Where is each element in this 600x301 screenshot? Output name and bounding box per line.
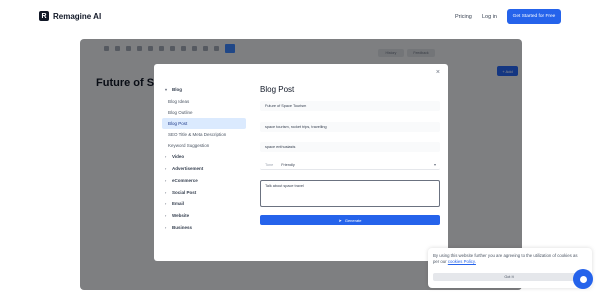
chevron-right-icon: ›: [165, 224, 167, 230]
chevron-down-icon: ▾: [433, 162, 436, 167]
chevron-right-icon: ›: [165, 177, 167, 183]
chevron-right-icon: ›: [165, 189, 167, 195]
chevron-right-icon: ›: [165, 213, 167, 219]
subitem-blog-ideas[interactable]: Blog Ideas: [162, 96, 246, 107]
cookie-policy-link[interactable]: cookies Policy.: [448, 259, 476, 264]
category-label: eCommerce: [172, 177, 198, 183]
chevron-right-icon: ›: [165, 154, 167, 160]
brand-name: Remagine AI: [53, 11, 102, 21]
send-icon: ➤: [338, 217, 342, 223]
tone-value: Friendly: [281, 162, 295, 167]
category-label: Email: [172, 201, 185, 207]
generate-button[interactable]: ➤ Generate: [260, 215, 440, 225]
blog-post-modal: × ▾ Blog Blog Ideas Blog Outline Blog Po…: [154, 64, 448, 261]
category-website[interactable]: › Website: [162, 210, 246, 222]
brand[interactable]: R Remagine AI: [39, 11, 101, 21]
cookie-text: By using this website further you are ag…: [433, 253, 583, 265]
template-category-sidebar: ▾ Blog Blog Ideas Blog Outline Blog Post…: [162, 84, 246, 233]
cookie-banner: By using this website further you are ag…: [428, 248, 592, 288]
chevron-right-icon: ›: [165, 201, 167, 207]
subitem-keyword-suggestion[interactable]: Keyword Suggestion: [162, 140, 246, 151]
get-started-button[interactable]: Get Started for Free: [507, 9, 561, 24]
category-business[interactable]: › Business: [162, 222, 246, 234]
category-ecommerce[interactable]: › eCommerce: [162, 174, 246, 186]
category-label: Blog: [172, 87, 182, 93]
generate-label: Generate: [344, 217, 362, 223]
tone-label: Tone: [265, 162, 274, 167]
chat-widget-button[interactable]: [573, 269, 593, 289]
category-video[interactable]: › Video: [162, 151, 246, 163]
category-label: Video: [172, 154, 185, 160]
nav-login-link[interactable]: Log in: [482, 14, 497, 20]
category-label: Website: [172, 213, 190, 219]
category-label: Advertisement: [172, 165, 204, 171]
brand-logo-icon: R: [39, 11, 49, 21]
category-label: Business: [172, 224, 193, 230]
cookie-accept-button[interactable]: Got It: [433, 273, 585, 281]
top-navigation: R Remagine AI Pricing Log in Get Started…: [0, 0, 600, 36]
nav-pricing-link[interactable]: Pricing: [455, 14, 472, 20]
subitem-seo-title[interactable]: SEO Title & Meta Description: [162, 129, 246, 140]
tone-select[interactable]: Tone Friendly ▾: [260, 160, 440, 170]
keywords-input[interactable]: space tourism, rocket trips, travelling: [260, 122, 440, 132]
subitem-blog-outline[interactable]: Blog Outline: [162, 107, 246, 118]
chevron-right-icon: ›: [165, 165, 167, 171]
subitem-blog-post[interactable]: Blog Post: [162, 117, 246, 129]
category-advertisement[interactable]: › Advertisement: [162, 163, 246, 175]
topic-input[interactable]: Future of Space Tourism: [260, 101, 440, 111]
form-title: Blog Post: [260, 85, 295, 94]
instructions-textarea[interactable]: Talk about space travel: [260, 180, 440, 207]
audience-input[interactable]: space enthusiasts: [260, 142, 440, 152]
category-email[interactable]: › Email: [162, 198, 246, 210]
chevron-down-icon: ▾: [165, 87, 168, 93]
category-blog[interactable]: ▾ Blog: [162, 84, 246, 96]
chat-icon: [579, 275, 587, 283]
category-label: Social Post: [172, 189, 197, 195]
close-icon[interactable]: ×: [436, 69, 440, 76]
category-social-post[interactable]: › Social Post: [162, 186, 246, 198]
